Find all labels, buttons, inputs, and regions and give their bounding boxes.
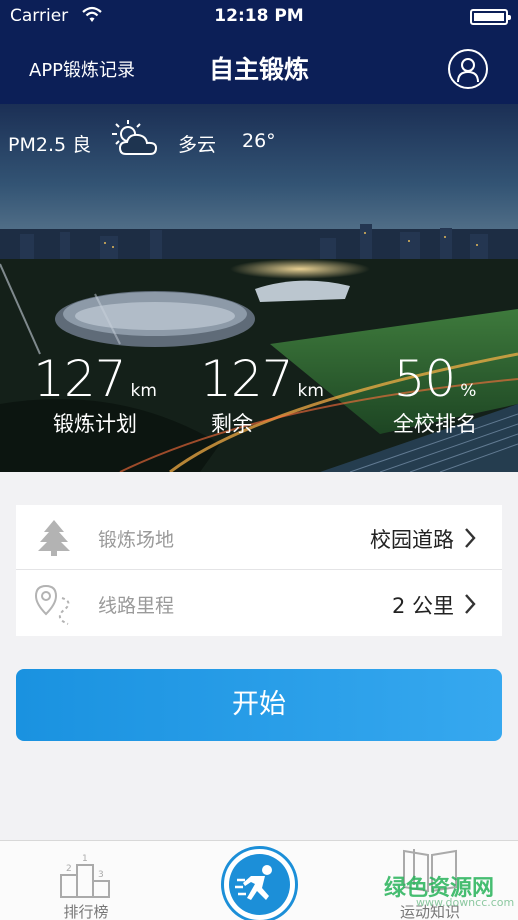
- hero-banner: PM2.5 良 多云 26° 127 km 锻炼计划 127 km 剩余 50% 全…: [0, 104, 518, 472]
- stat-value: 127: [200, 350, 293, 408]
- svg-text:3: 3: [98, 870, 104, 880]
- stat-value: 50: [393, 350, 457, 408]
- stat-rank: 50% 全校排名: [380, 352, 490, 438]
- venue-value: 校园道路: [370, 528, 454, 552]
- battery-icon: [470, 9, 511, 25]
- stat-label: 全校排名: [393, 412, 477, 436]
- top-bar: Carrier 12:18 PM APP锻炼记录 自主锻炼: [0, 0, 518, 104]
- svg-text:2: 2: [66, 864, 72, 874]
- distance-label: 线路里程: [98, 595, 175, 617]
- route-pin-icon: [34, 584, 70, 625]
- stat-unit: km: [297, 381, 324, 401]
- page-title: 自主锻炼: [208, 55, 309, 84]
- user-circle-icon[interactable]: [448, 49, 488, 89]
- stat-label: 剩余: [211, 412, 253, 436]
- stat-unit: %: [460, 381, 477, 401]
- tab-label: 排行榜: [63, 903, 109, 920]
- podium-icon: 2 1 3: [60, 854, 110, 898]
- stat-value: 127: [33, 350, 126, 408]
- watermark-url: www.downcc.com: [416, 896, 515, 909]
- start-button[interactable]: 开始: [16, 669, 502, 741]
- chevron-right-icon: [465, 528, 476, 548]
- partly-cloudy-icon: [112, 120, 158, 155]
- stat-remaining: 127 km 剩余: [197, 352, 327, 438]
- distance-row[interactable]: 线路里程 2 公里: [16, 571, 502, 636]
- running-man-icon: [229, 854, 290, 915]
- venue-label: 锻炼场地: [98, 529, 175, 551]
- distance-value: 2 公里: [391, 594, 454, 618]
- chevron-right-icon: [465, 594, 476, 614]
- venue-row[interactable]: 锻炼场地 校园道路: [16, 505, 502, 570]
- settings-card: 锻炼场地 校园道路 线路里程 2 公里: [16, 505, 502, 636]
- stat-unit: km: [130, 381, 157, 401]
- clock: 12:18 PM: [214, 6, 304, 26]
- weather-condition: 多云: [178, 134, 217, 156]
- svg-text:1: 1: [82, 854, 88, 864]
- air-quality: PM2.5 良: [8, 134, 92, 156]
- status-bar: Carrier 12:18 PM: [0, 0, 518, 34]
- temperature: 26°: [242, 130, 276, 152]
- run-button[interactable]: [221, 846, 298, 920]
- tree-icon: [38, 520, 70, 556]
